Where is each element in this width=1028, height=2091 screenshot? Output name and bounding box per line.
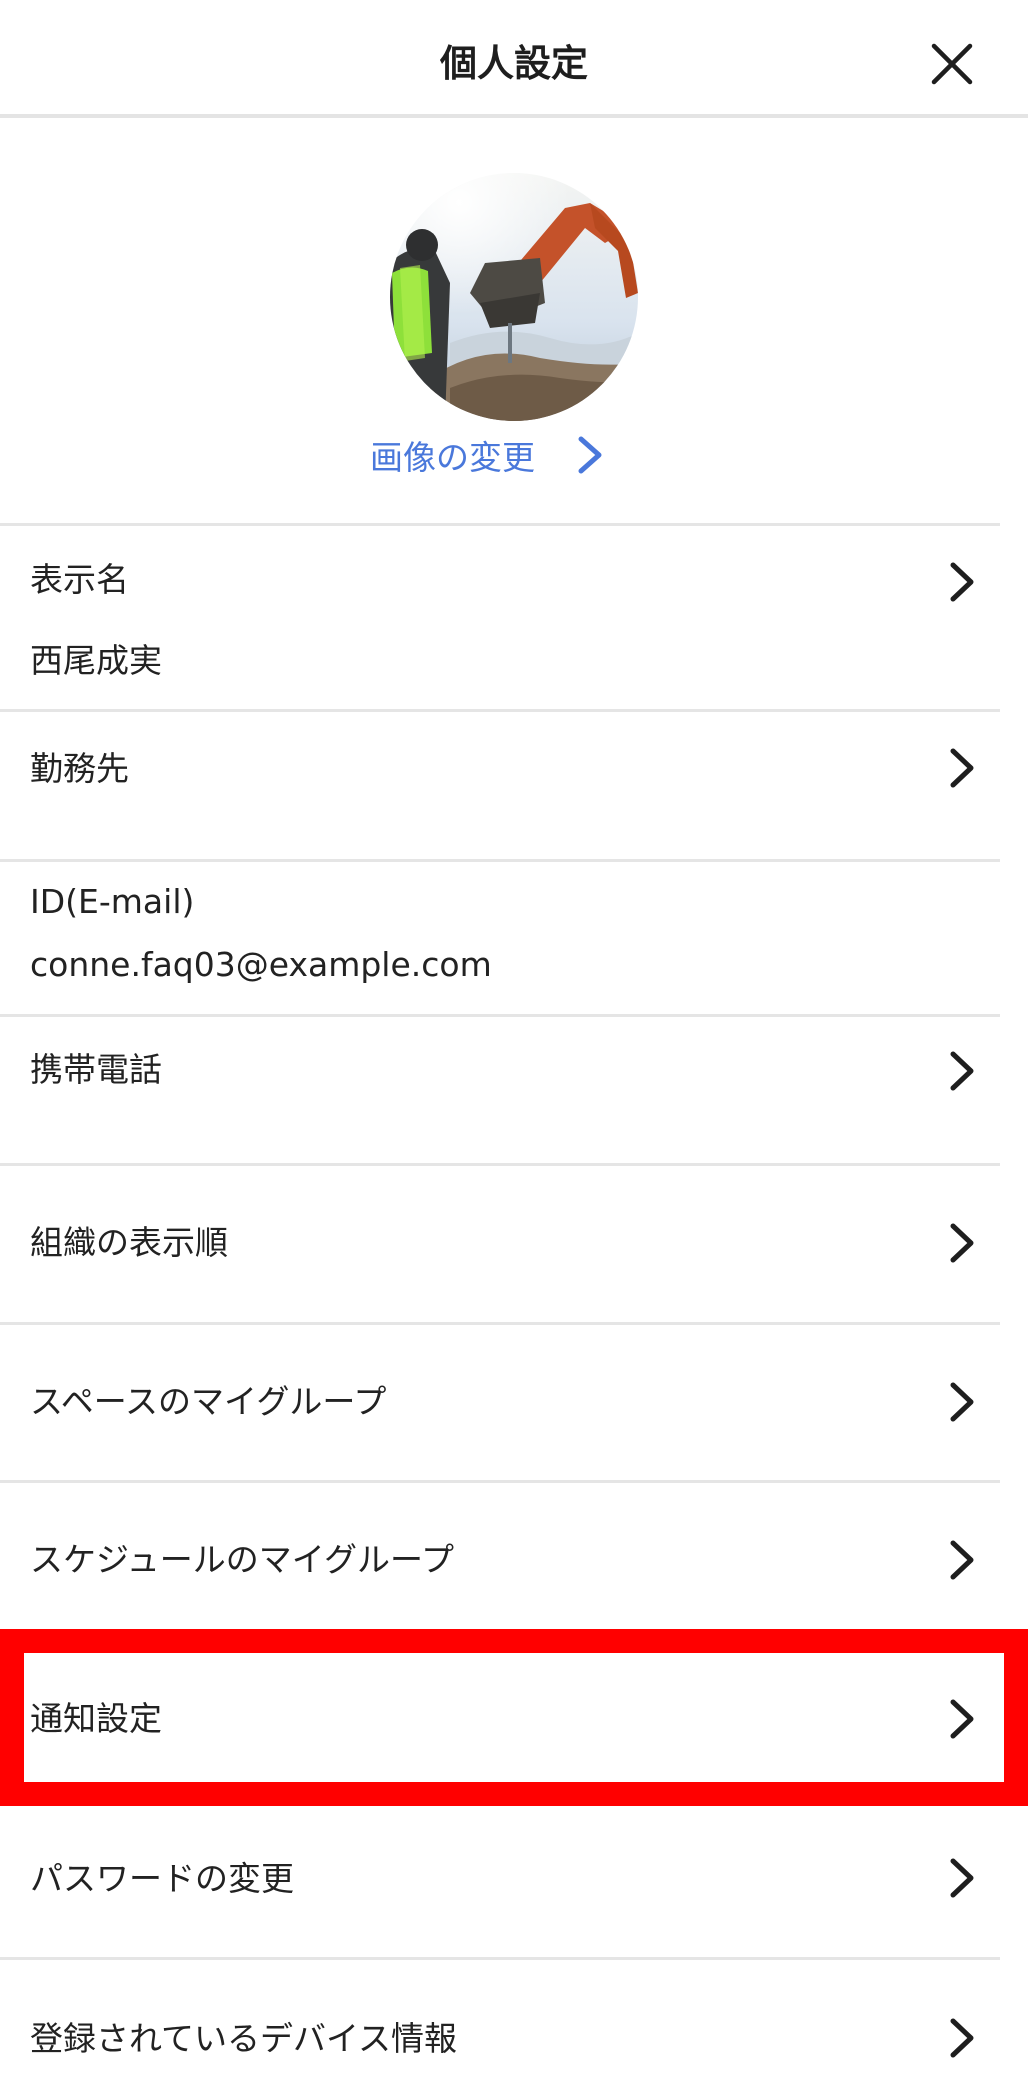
row-label: 携帯電話 [30, 1050, 162, 1089]
chevron-right-icon [950, 1223, 974, 1263]
chevron-right-icon [950, 1051, 974, 1091]
row-label: 組織の表示順 [30, 1223, 228, 1262]
setting-row-mobile-phone[interactable]: 携帯電話 [0, 1014, 1000, 1163]
row-value: 西尾成実 [30, 641, 162, 680]
header-bar: 個人設定 [0, 0, 1028, 118]
row-divider [0, 1957, 1000, 1960]
setting-row-change-password[interactable]: パスワードの変更 [0, 1797, 1000, 1957]
setting-row-notification-settings[interactable]: 通知設定 [0, 1637, 1000, 1797]
chevron-right-icon [578, 436, 602, 474]
chevron-right-icon [950, 748, 974, 788]
change-image-label: 画像の変更 [370, 438, 535, 477]
row-label: スペースのマイグループ [30, 1382, 387, 1421]
chevron-right-icon [950, 1382, 974, 1422]
setting-row-email: ID(E-mail) conne.faq03@example.com [0, 859, 1000, 1014]
page-title: 個人設定 [440, 42, 588, 85]
row-label: 登録されているデバイス情報 [30, 2019, 458, 2058]
row-divider [0, 859, 1000, 862]
row-label: パスワードの変更 [30, 1859, 294, 1898]
row-label: ID(E-mail) [30, 882, 195, 921]
chevron-right-icon [950, 1699, 974, 1739]
row-divider [0, 1014, 1000, 1017]
chevron-right-icon [950, 2018, 974, 2058]
row-label: 通知設定 [30, 1699, 162, 1738]
row-divider [0, 1322, 1000, 1325]
row-label: スケジュールのマイグループ [30, 1540, 455, 1579]
chevron-right-icon [950, 1858, 974, 1898]
setting-row-registered-devices[interactable]: 登録されているデバイス情報 [0, 1957, 1000, 2091]
close-icon [931, 43, 973, 85]
row-divider [0, 523, 1000, 526]
setting-row-display-name[interactable]: 表示名 西尾成実 [0, 523, 1000, 709]
setting-row-space-my-group[interactable]: スペースのマイグループ [0, 1322, 1000, 1480]
close-button[interactable] [926, 38, 978, 90]
chevron-right-icon [950, 1540, 974, 1580]
avatar[interactable] [390, 173, 638, 421]
row-divider [0, 1163, 1000, 1166]
setting-row-schedule-my-group[interactable]: スケジュールのマイグループ [0, 1480, 1000, 1637]
row-label: 勤務先 [30, 749, 129, 788]
row-label: 表示名 [30, 560, 129, 599]
change-image-link[interactable]: 画像の変更 [370, 425, 605, 485]
chevron-right-icon [950, 562, 974, 602]
avatar-photo [390, 173, 638, 421]
row-divider [0, 1480, 1000, 1483]
setting-row-org-display-order[interactable]: 組織の表示順 [0, 1163, 1000, 1322]
row-divider [0, 709, 1000, 712]
setting-row-workplace[interactable]: 勤務先 [0, 709, 1000, 859]
email-value: conne.faq03@example.com [30, 945, 492, 984]
